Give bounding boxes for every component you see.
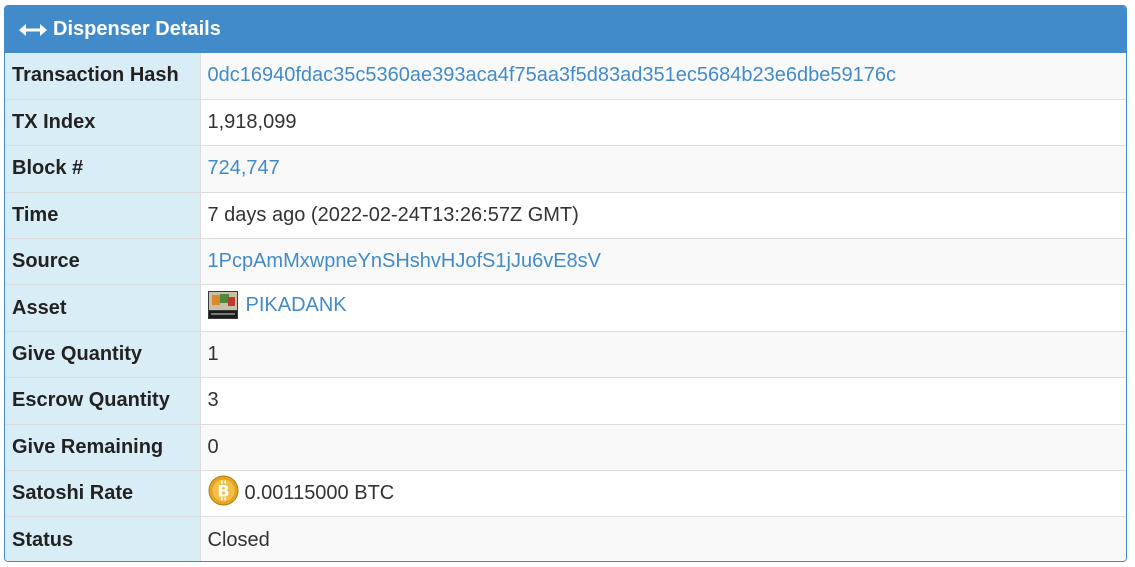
asset-label: Asset — [5, 284, 201, 332]
give-quantity-label: Give Quantity — [5, 330, 201, 378]
time-label: Time — [5, 191, 201, 239]
table-row: Status Closed — [5, 516, 1126, 561]
table-row: Escrow Quantity 3 — [5, 377, 1126, 425]
table-row: Asset PIKADANK — [5, 284, 1126, 332]
block-link[interactable]: 724,747 — [208, 157, 280, 179]
table-row: Time 7 days ago (2022-02-24T13:26:57Z GM… — [5, 191, 1126, 239]
table-row: Give Quantity 1 — [5, 330, 1126, 378]
tx-index-value: 1,918,099 — [200, 98, 1126, 146]
give-quantity-value: 1 — [200, 330, 1126, 378]
panel-title: Dispenser Details — [53, 18, 221, 40]
dispenser-details-panel: Dispenser Details Transaction Hash 0dc16… — [4, 5, 1127, 562]
table-row: Source 1PcpAmMxwpneYnSHshvHJofS1jJu6vE8s… — [5, 238, 1126, 285]
give-remaining-value: 0 — [200, 423, 1126, 471]
satoshi-rate-value: 0.00115000 BTC — [244, 482, 395, 505]
left-right-arrow-icon — [19, 23, 47, 37]
table-row: TX Index 1,918,099 — [5, 98, 1126, 146]
status-label: Status — [5, 516, 201, 561]
status-value: Closed — [200, 516, 1126, 561]
table-row: Transaction Hash 0dc16940fdac35c5360ae39… — [5, 53, 1126, 100]
escrow-quantity-value: 3 — [200, 377, 1126, 425]
source-address-link[interactable]: 1PcpAmMxwpneYnSHshvHJofS1jJu6vE8sV — [208, 250, 602, 272]
bitcoin-icon: B — [208, 475, 239, 512]
time-value: 7 days ago (2022-02-24T13:26:57Z GMT) — [200, 191, 1126, 239]
source-label: Source — [5, 238, 201, 285]
svg-text:B: B — [217, 482, 229, 501]
escrow-quantity-label: Escrow Quantity — [5, 377, 201, 425]
asset-thumbnail-icon[interactable] — [207, 291, 238, 320]
tx-index-label: TX Index — [5, 98, 201, 146]
details-table: Transaction Hash 0dc16940fdac35c5360ae39… — [5, 53, 1126, 561]
table-row: Block # 724,747 — [5, 145, 1126, 193]
panel-heading: Dispenser Details — [5, 6, 1126, 53]
asset-link[interactable]: PIKADANK — [246, 294, 347, 317]
tx-hash-link[interactable]: 0dc16940fdac35c5360ae393aca4f75aa3f5d83a… — [208, 64, 896, 86]
table-row: Satoshi Rate B 0.00115000 BTC — [5, 470, 1126, 517]
block-label: Block # — [5, 145, 201, 193]
table-row: Give Remaining 0 — [5, 423, 1126, 471]
satoshi-rate-label: Satoshi Rate — [5, 470, 201, 517]
give-remaining-label: Give Remaining — [5, 423, 201, 471]
tx-hash-label: Transaction Hash — [5, 53, 201, 100]
